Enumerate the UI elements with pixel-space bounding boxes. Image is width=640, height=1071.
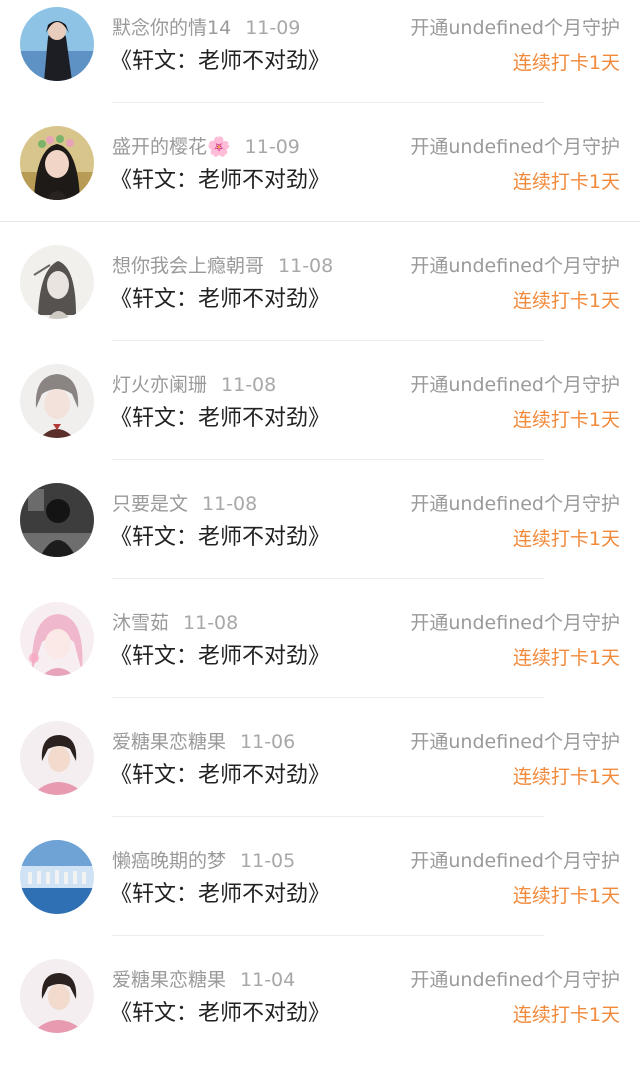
- record-date: 11-08: [202, 493, 258, 515]
- streak-badge: 连续打卡1天: [512, 1004, 620, 1026]
- book-title[interactable]: 《轩文：老师不对劲》: [110, 641, 330, 673]
- user-name[interactable]: 盛开的樱花🌸: [112, 136, 231, 158]
- user-name[interactable]: 爱糖果恋糖果: [112, 731, 226, 753]
- support-record-list: 默念你的情14 11-09 《轩文：老师不对劲》 开通undefined个月守护 …: [0, 0, 640, 1071]
- divider: [112, 697, 544, 698]
- list-item[interactable]: 默念你的情14 11-09 《轩文：老师不对劲》 开通undefined个月守护 …: [0, 0, 640, 119]
- streak-badge: 连续打卡1天: [512, 528, 620, 550]
- user-name[interactable]: 懒癌晚期的梦: [112, 850, 226, 872]
- record-date: 11-08: [221, 374, 277, 396]
- divider: [0, 221, 640, 222]
- divider: [112, 816, 544, 817]
- action-text: 开通undefined个月守护: [410, 493, 620, 515]
- divider: [112, 578, 544, 579]
- book-title[interactable]: 《轩文：老师不对劲》: [110, 760, 330, 792]
- book-title[interactable]: 《轩文：老师不对劲》: [110, 284, 330, 316]
- avatar-boy-pink-shirt-icon: [20, 721, 94, 795]
- avatar-sketch-portrait-icon: [20, 245, 94, 319]
- avatar[interactable]: [20, 721, 94, 795]
- record-date: 11-09: [244, 136, 300, 158]
- divider: [112, 102, 544, 103]
- record-date: 11-08: [183, 612, 239, 634]
- action-text: 开通undefined个月守护: [410, 136, 620, 158]
- avatar-dark-photo-icon: [20, 483, 94, 557]
- avatar[interactable]: [20, 602, 94, 676]
- user-name[interactable]: 沐雪茹: [112, 612, 169, 634]
- record-meta: 懒癌晚期的梦 11-05: [112, 847, 295, 875]
- streak-badge: 连续打卡1天: [512, 885, 620, 907]
- user-name[interactable]: 灯火亦阑珊: [112, 374, 207, 396]
- avatar[interactable]: [20, 483, 94, 557]
- divider: [112, 935, 544, 936]
- record-meta: 想你我会上瘾朝哥 11-08: [112, 252, 333, 280]
- list-item[interactable]: 懒癌晚期的梦 11-05 《轩文：老师不对劲》 开通undefined个月守护 连…: [0, 833, 640, 952]
- list-item[interactable]: 盛开的樱花🌸 11-09 《轩文：老师不对劲》 开通undefined个月守护 连…: [0, 119, 640, 238]
- book-title[interactable]: 《轩文：老师不对劲》: [110, 165, 330, 197]
- streak-badge: 连续打卡1天: [512, 647, 620, 669]
- divider: [112, 340, 544, 341]
- record-meta: 盛开的樱花🌸 11-09: [112, 133, 300, 161]
- user-name[interactable]: 爱糖果恋糖果: [112, 969, 226, 991]
- list-item[interactable]: 沐雪茹 11-08 《轩文：老师不对劲》 开通undefined个月守护 连续打卡…: [0, 595, 640, 714]
- user-name[interactable]: 默念你的情14: [112, 17, 231, 39]
- book-title[interactable]: 《轩文：老师不对劲》: [110, 998, 330, 1030]
- streak-badge: 连续打卡1天: [512, 409, 620, 431]
- book-title[interactable]: 《轩文：老师不对劲》: [110, 879, 330, 911]
- avatar[interactable]: [20, 959, 94, 1033]
- action-text: 开通undefined个月守护: [410, 17, 620, 39]
- action-text: 开通undefined个月守护: [410, 850, 620, 872]
- user-name[interactable]: 只要是文: [112, 493, 188, 515]
- record-date: 11-05: [240, 850, 296, 872]
- avatar-anime-boy-grey-hair-icon: [20, 364, 94, 438]
- action-text: 开通undefined个月守护: [410, 969, 620, 991]
- avatar-girl-dark-hair-blue-bg-icon: [20, 7, 94, 81]
- streak-badge: 连续打卡1天: [512, 766, 620, 788]
- record-meta: 爱糖果恋糖果 11-04: [112, 966, 295, 994]
- avatar[interactable]: [20, 245, 94, 319]
- list-item[interactable]: 爱糖果恋糖果 11-04 《轩文：老师不对劲》 开通undefined个月守护 连…: [0, 952, 640, 1071]
- record-date: 11-04: [240, 969, 296, 991]
- avatar[interactable]: [20, 126, 94, 200]
- book-title[interactable]: 《轩文：老师不对劲》: [110, 522, 330, 554]
- streak-badge: 连续打卡1天: [512, 52, 620, 74]
- action-text: 开通undefined个月守护: [410, 731, 620, 753]
- list-item[interactable]: 只要是文 11-08 《轩文：老师不对劲》 开通undefined个月守护 连续打…: [0, 476, 640, 595]
- book-title[interactable]: 《轩文：老师不对劲》: [110, 403, 330, 435]
- record-date: 11-06: [240, 731, 296, 753]
- record-meta: 只要是文 11-08: [112, 490, 257, 518]
- record-meta: 沐雪茹 11-08: [112, 609, 238, 637]
- record-date: 11-08: [278, 255, 334, 277]
- list-item[interactable]: 灯火亦阑珊 11-08 《轩文：老师不对劲》 开通undefined个月守护 连续…: [0, 357, 640, 476]
- record-meta: 灯火亦阑珊 11-08: [112, 371, 276, 399]
- streak-badge: 连续打卡1天: [512, 290, 620, 312]
- list-item[interactable]: 想你我会上瘾朝哥 11-08 《轩文：老师不对劲》 开通undefined个月守护…: [0, 238, 640, 357]
- record-date: 11-09: [245, 17, 301, 39]
- avatar-boy-pink-shirt-icon: [20, 959, 94, 1033]
- user-name[interactable]: 想你我会上瘾朝哥: [112, 255, 264, 277]
- record-meta: 爱糖果恋糖果 11-06: [112, 728, 295, 756]
- action-text: 开通undefined个月守护: [410, 374, 620, 396]
- streak-badge: 连续打卡1天: [512, 171, 620, 193]
- avatar-group-on-stage-icon: [20, 840, 94, 914]
- avatar[interactable]: [20, 7, 94, 81]
- action-text: 开通undefined个月守护: [410, 255, 620, 277]
- list-item[interactable]: 爱糖果恋糖果 11-06 《轩文：老师不对劲》 开通undefined个月守护 连…: [0, 714, 640, 833]
- avatar-girl-flower-crown-icon: [20, 126, 94, 200]
- record-meta: 默念你的情14 11-09: [112, 14, 300, 42]
- book-title[interactable]: 《轩文：老师不对劲》: [110, 46, 330, 78]
- avatar-anime-girl-pink-hair-icon: [20, 602, 94, 676]
- divider: [112, 459, 544, 460]
- avatar[interactable]: [20, 364, 94, 438]
- action-text: 开通undefined个月守护: [410, 612, 620, 634]
- avatar[interactable]: [20, 840, 94, 914]
